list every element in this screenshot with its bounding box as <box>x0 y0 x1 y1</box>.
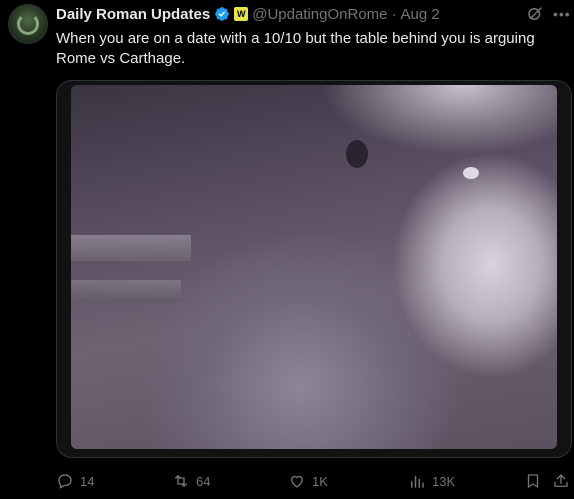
author-name[interactable]: Daily Roman Updates <box>56 6 210 23</box>
tweet-date[interactable]: Aug 2 <box>401 6 440 23</box>
views-count: 13K <box>432 473 456 489</box>
tweet-text: When you are on a date with a 10/10 but … <box>56 30 535 67</box>
reply-icon <box>58 474 72 489</box>
avatar[interactable] <box>8 4 48 44</box>
views-button[interactable]: 13K <box>408 471 455 491</box>
reply-button[interactable]: 14 <box>56 471 94 491</box>
more-options-icon[interactable]: ••• <box>553 7 571 21</box>
repost-icon <box>175 475 187 487</box>
tweet[interactable]: Daily Roman Updates W @UpdatingOnRome · … <box>0 0 574 499</box>
views-icon <box>411 475 424 488</box>
bookmark-icon <box>527 474 539 488</box>
heart-icon <box>291 475 303 488</box>
bookmark-button[interactable] <box>524 471 542 491</box>
repost-button[interactable]: 64 <box>172 471 210 491</box>
share-button[interactable] <box>552 471 570 491</box>
author-handle[interactable]: @UpdatingOnRome <box>252 6 387 23</box>
like-button[interactable]: 1K <box>288 471 328 491</box>
affiliate-badge-icon: W <box>234 7 249 21</box>
tweet-header: Daily Roman Updates W @UpdatingOnRome · … <box>56 4 440 24</box>
separator-dot: · <box>391 5 397 23</box>
like-count: 1K <box>312 473 328 489</box>
grok-icon[interactable] <box>526 5 544 23</box>
repost-count: 64 <box>196 473 211 489</box>
share-icon <box>554 474 568 487</box>
video-frame <box>71 85 557 449</box>
verified-badge-icon <box>215 7 230 21</box>
media-video[interactable] <box>56 80 572 458</box>
laurel-logo <box>17 13 39 35</box>
action-bar: 14 64 1K 13K <box>56 471 572 491</box>
reply-count: 14 <box>80 473 95 489</box>
